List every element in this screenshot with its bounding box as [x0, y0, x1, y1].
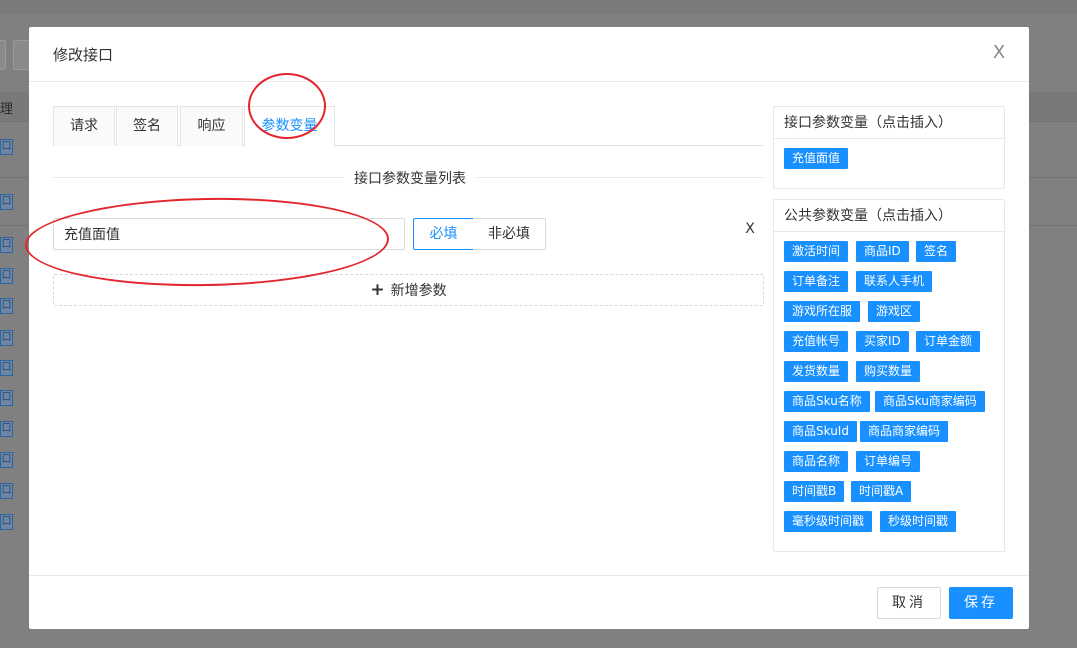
remove-param-icon[interactable]: X	[742, 219, 758, 239]
var-tag[interactable]: 秒级时间戳	[880, 511, 957, 532]
backdrop-row-tag: 口	[0, 298, 13, 314]
edit-interface-modal: 修改接口 X 请求 签名 响应 参数变量 接口参数变量列表 必填 非必填 X +…	[24, 27, 1029, 629]
interface-vars-body: 充值面值	[774, 139, 1004, 188]
close-icon[interactable]: X	[989, 43, 1009, 63]
var-tag[interactable]: 买家ID	[856, 331, 909, 352]
backdrop-button	[0, 40, 6, 70]
var-tag[interactable]: 充值帐号	[784, 331, 849, 352]
backdrop-row-tag: 口	[0, 483, 13, 499]
backdrop-row-tag: 口	[0, 360, 13, 376]
var-tag[interactable]: 商品名称	[784, 451, 849, 472]
var-tag[interactable]: 游戏所在服	[784, 301, 861, 322]
required-toggle-button[interactable]: 必填	[413, 218, 474, 250]
var-tag[interactable]: 毫秒级时间戳	[784, 511, 873, 532]
tab-param-variables[interactable]: 参数变量	[244, 106, 335, 147]
public-vars-panel: 公共参数变量（点击插入） 激活时间 商品ID 签名 订单备注 联系人手机 游戏所…	[773, 199, 1005, 552]
var-tag[interactable]: 充值面值	[784, 148, 849, 169]
var-tag[interactable]: 签名	[916, 241, 957, 262]
tab-signature[interactable]: 签名	[116, 106, 178, 146]
var-tag[interactable]: 游戏区	[868, 301, 921, 322]
cancel-button[interactable]: 取消	[877, 587, 941, 619]
save-button[interactable]: 保存	[949, 587, 1013, 619]
var-tag[interactable]: 商品Sku名称	[784, 391, 870, 412]
var-tag[interactable]: 购买数量	[856, 361, 921, 382]
modal-header: 修改接口 X	[29, 27, 1029, 82]
var-tag[interactable]: 商品SkuId	[784, 421, 857, 442]
modal-title: 修改接口	[53, 46, 114, 64]
backdrop-row-tag: 口	[0, 330, 13, 346]
var-tag[interactable]: 订单编号	[856, 451, 921, 472]
param-list-title: 接口参数变量列表	[344, 168, 476, 188]
public-vars-body: 激活时间 商品ID 签名 订单备注 联系人手机 游戏所在服 游戏区 充值帐号 买…	[774, 232, 1004, 552]
var-tag[interactable]: 商品Sku商家编码	[875, 391, 985, 412]
add-param-button[interactable]: + 新增参数	[53, 274, 764, 306]
var-tag[interactable]: 时间戳B	[784, 481, 845, 502]
interface-vars-panel: 接口参数变量（点击插入） 充值面值	[773, 106, 1005, 189]
backdrop-topbar	[0, 0, 1077, 14]
var-tag[interactable]: 时间戳A	[851, 481, 912, 502]
backdrop-row-tag: 口	[0, 268, 13, 284]
backdrop-row-tag: 口	[0, 514, 13, 530]
backdrop-row-tag: 口	[0, 452, 13, 468]
backdrop-row-tag: 口	[0, 237, 13, 253]
var-tag[interactable]: 联系人手机	[856, 271, 933, 292]
optional-toggle-button[interactable]: 非必填	[473, 218, 546, 250]
modal-footer: 取消 保存	[29, 575, 1029, 629]
var-tag[interactable]: 商品ID	[856, 241, 909, 262]
backdrop-header-text: 理	[0, 102, 14, 117]
backdrop-row-tag: 口	[0, 421, 13, 437]
backdrop-row-tag: 口	[0, 194, 13, 210]
param-name-input[interactable]	[53, 218, 405, 250]
var-tag[interactable]: 发货数量	[784, 361, 849, 382]
public-vars-title: 公共参数变量（点击插入）	[774, 200, 1004, 232]
backdrop-row-tag: 口	[0, 139, 13, 155]
var-tag[interactable]: 订单金额	[916, 331, 981, 352]
var-tag[interactable]: 商品商家编码	[860, 421, 949, 442]
add-param-label: 新增参数	[390, 283, 447, 299]
var-tag[interactable]: 订单备注	[784, 271, 849, 292]
tab-request[interactable]: 请求	[53, 106, 115, 146]
plus-icon: +	[370, 280, 385, 300]
tab-bar: 请求 签名 响应 参数变量	[53, 106, 764, 147]
interface-vars-title: 接口参数变量（点击插入）	[774, 107, 1004, 139]
backdrop-row-tag: 口	[0, 390, 13, 406]
var-tag[interactable]: 激活时间	[784, 241, 849, 262]
tab-response[interactable]: 响应	[180, 106, 243, 146]
